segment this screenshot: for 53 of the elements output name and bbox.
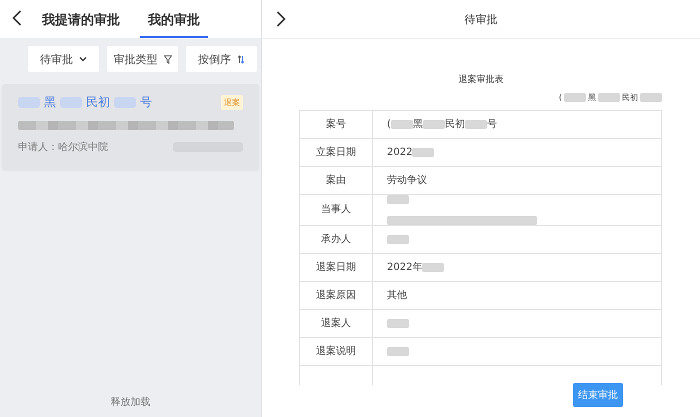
redacted-block — [114, 97, 136, 108]
status-tag: 退案 — [221, 95, 243, 110]
field-label: 退案原因 — [316, 288, 356, 302]
field-label: 退案说明 — [316, 344, 356, 358]
redacted-block — [464, 120, 487, 129]
field-label: 承办人 — [321, 232, 351, 246]
back-icon[interactable] — [12, 10, 22, 26]
redacted-block — [18, 97, 40, 108]
sort-icon — [237, 54, 245, 64]
form-number-text: ( — [558, 93, 562, 102]
case-number-text: 民初 — [86, 94, 110, 111]
field-label: 当事人 — [321, 203, 351, 217]
redacted-block — [564, 93, 586, 102]
filter-button[interactable]: 按倒序 — [186, 46, 257, 72]
filter-icon — [164, 54, 172, 64]
field-label: 案由 — [326, 174, 346, 188]
page-title: 待审批 — [464, 12, 498, 26]
form-number-text: 民初 — [622, 92, 638, 103]
caret-icon — [79, 56, 87, 62]
field-label: 退案日期 — [316, 260, 356, 274]
redacted-block — [387, 235, 409, 244]
case-number-text: 黑 — [44, 94, 56, 111]
tab[interactable]: 我的审批 — [140, 11, 208, 38]
field-value: 劳动争议 — [387, 174, 427, 188]
redacted-block — [387, 347, 409, 356]
load-hint: 释放加载 — [110, 396, 150, 409]
applicant-text: 申请人：哈尔滨中院 — [18, 140, 108, 154]
field-value: 黑 — [412, 118, 423, 132]
redacted-block — [60, 97, 82, 108]
redacted-block — [598, 93, 620, 102]
redacted-block — [422, 263, 444, 272]
field-label: 案号 — [326, 118, 346, 132]
form-title: 退案审批表 — [458, 73, 504, 86]
redacted-block — [640, 93, 662, 102]
redacted-block — [412, 148, 434, 157]
form-number-text: 黑 — [588, 92, 596, 103]
filter-button[interactable]: 待审批 — [28, 46, 99, 72]
redacted-block — [390, 120, 413, 129]
filter-button[interactable]: 审批类型 — [107, 46, 178, 72]
forward-icon[interactable] — [276, 11, 286, 27]
field-label: 退案人 — [321, 316, 351, 330]
field-value: 2022年 — [387, 260, 422, 274]
tab[interactable]: 我提请的审批 — [34, 11, 128, 38]
field-value: ( — [387, 118, 391, 132]
field-value: 其他 — [387, 288, 407, 302]
redacted-block — [422, 120, 445, 129]
field-value: 2022 — [387, 146, 412, 160]
redacted-block — [387, 319, 409, 328]
field-value: 号 — [486, 118, 497, 132]
field-label: 立案日期 — [316, 146, 356, 160]
case-number-text: 号 — [140, 94, 152, 111]
field-value: 民初 — [444, 118, 465, 132]
case-card[interactable]: 黑 民初 号 退案 申请人：哈尔滨中院 — [2, 84, 259, 170]
